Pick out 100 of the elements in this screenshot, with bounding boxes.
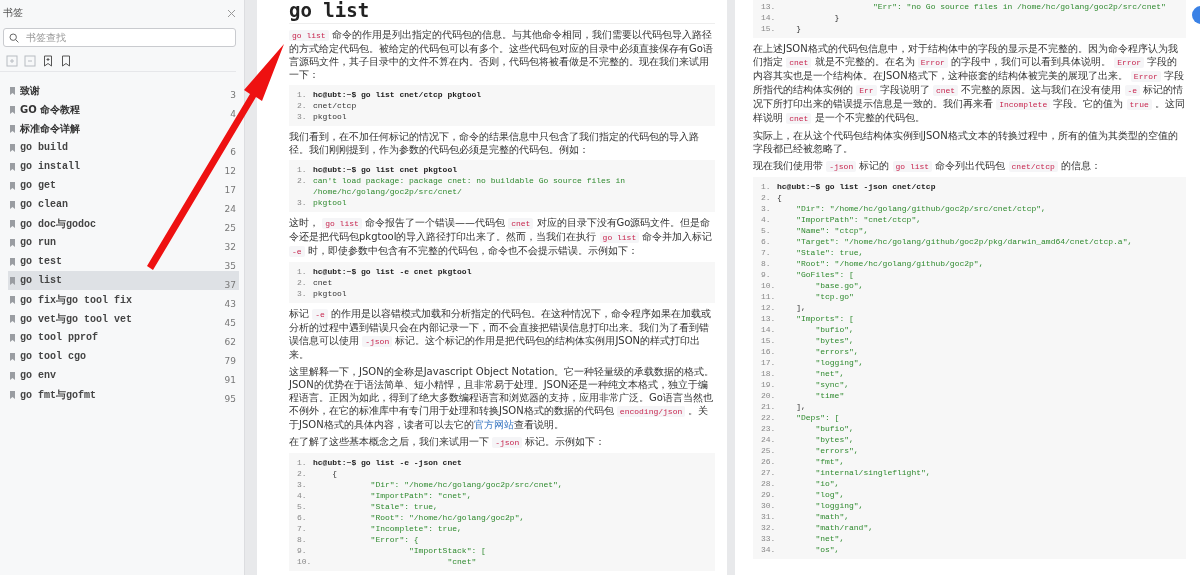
code-line: hc@ubt:~$ go list -json cnet/ctcp — [777, 181, 936, 192]
line-number: 23. — [761, 423, 777, 434]
line-number: 6. — [297, 512, 308, 523]
line-number: 15. — [761, 335, 777, 346]
line-number: 9. — [297, 545, 308, 556]
code-line: hc@ubt:~$ go list -e -json cnet — [313, 457, 462, 468]
page-number: 17 — [224, 183, 236, 195]
bookmark-icon — [10, 371, 15, 380]
bookmark-item[interactable]: go test 35 — [8, 252, 239, 271]
code-line: "Dir": "/home/hc/golang/github/goc2p/src/cnet/ctcp", — [795, 203, 1046, 214]
code-line: "bytes", — [814, 434, 854, 445]
code-line: "ImportStack": [ — [408, 545, 486, 556]
bookmark-label: GO 命令教程 — [20, 102, 81, 117]
line-number: 15. — [761, 23, 777, 34]
bookmark-label: go build — [20, 142, 68, 153]
bookmark-item[interactable]: go tool cgo 79 — [8, 347, 239, 366]
code-line: "Dir": "/home/hc/golang/goc2p/src/cnet", — [369, 479, 563, 490]
bookmark-icon — [10, 333, 15, 342]
line-number: 6. — [761, 236, 772, 247]
code-line: "Err": "no Go source files in /home/hc/golang/goc2p/src/cnet" — [872, 1, 1166, 12]
line-number: 2. — [761, 192, 772, 203]
close-icon[interactable] — [227, 8, 236, 18]
page-number: 3 — [230, 88, 236, 100]
bookmark-item[interactable]: go env 91 — [8, 366, 239, 385]
code-line: "net", — [814, 368, 845, 379]
bookmark-icon — [10, 257, 15, 266]
line-number: 8. — [761, 258, 772, 269]
line-number: 1. — [297, 164, 308, 175]
page-number: 6 — [230, 145, 236, 157]
bookmark-item[interactable]: go run 32 — [8, 233, 239, 252]
code-line: "Root": "/home/hc/golang/github/goc2p", — [795, 258, 984, 269]
line-number: 3. — [297, 479, 308, 490]
code-line: "os", — [814, 544, 840, 555]
paragraph: 在上述JSON格式的代码包信息中，对于结构体中的字段的显示是不完整的。因为命令程序认为我们指定 cnet 就是不完整的。在名为 Error 的字段中，我们可以看到具体说明。 Error 字段的内容其实也是一个结构体。在JSON格式下，这种嵌套的结构体被完美的展现了出来。 Error 字段所指代的结构体实例的 Err 字段说明了 cnet 不完整的原因。这与我们在没有使用 -e 标记的情况下所打印出来的错误提示信息是一致的。我们再来看 Incomplete 字段。它的值为 true 。这同样说明 cnet 是一个不完整的代码包。 — [753, 42, 1186, 125]
paragraph: 这里解释一下，JSON的全称是Javascript Object Notation。它一种轻量级的承载数据的格式。JSON的优势在于语法简单、短小精悍，且非常易于处理。JSON还是一种纯文本格式，独立于编程语言。正因为如此，得到了绝大多数编程语言和浏览器的支持，应用非常广泛。Go语言当然也不例外，在它的标准库中有专门用于处理和转换JSON格式的数据的代码包 encoding/json 。关于JSON格式的具体内容，读者可以去它的官方网站查看说明。 — [289, 365, 715, 431]
bookmark-item[interactable]: go build 6 — [8, 138, 239, 157]
bookmark-item[interactable]: go get 17 — [8, 176, 239, 195]
bookmark-label: go fmt与gofmt — [20, 388, 96, 402]
code-line: "bufio", — [814, 324, 854, 335]
page-number: 91 — [224, 373, 236, 385]
bookmark-label: go tool cgo — [20, 351, 86, 362]
line-number: 3. — [761, 203, 772, 214]
code-line: "logging", — [814, 357, 864, 368]
bookmark-label: 致谢 — [20, 83, 40, 98]
code-line: "bufio", — [814, 423, 854, 434]
bookmark-item[interactable]: 标准命令详解 — [8, 119, 83, 138]
code-line: } — [833, 12, 840, 23]
code-line: "errors", — [814, 445, 859, 456]
paragraph: go list 命令的作用是列出指定的代码包的信息。与其他命令相同，我们需要以代码包导入路径的方式给定代码包。被给定的代码包可以有多个。这些代码包对应的目录中必须直接保存有Go语言源码文件，其子目录中的文件不算在内。否则，代码包将被看做是不完整的。现在我们来试用一下： — [289, 28, 714, 81]
bookmark-icon[interactable] — [60, 55, 72, 67]
code-line: "errors", — [814, 346, 859, 357]
code-line: "math/rand", — [814, 522, 873, 533]
bookmark-item[interactable]: GO 命令教程 4 — [8, 100, 239, 119]
line-number: 13. — [761, 313, 777, 324]
code-line: "Deps": [ — [795, 412, 840, 423]
code-line: "Target": "/home/hc/golang/github/goc2p/pkg/darwin_amd64/cnet/ctcp.a", — [795, 236, 1133, 247]
page-number: 24 — [224, 202, 236, 214]
code-line: { — [331, 468, 337, 479]
line-number: 9. — [761, 269, 772, 280]
bookmark-item[interactable]: go install 12 — [8, 157, 239, 176]
code-line: "sync", — [814, 379, 849, 390]
line-number: 24. — [761, 434, 777, 445]
code-line: { — [777, 192, 782, 203]
bookmark-item[interactable]: go clean 24 — [8, 195, 239, 214]
line-number: 31. — [761, 511, 777, 522]
link[interactable]: 官方网站 — [473, 419, 514, 430]
line-number: 8. — [297, 534, 308, 545]
line-number: 5. — [297, 501, 308, 512]
line-number: 20. — [761, 390, 777, 401]
bookmark-label: go env — [20, 370, 56, 381]
bookmark-label: go get — [20, 180, 56, 191]
bookmark-item[interactable]: go list 37 — [8, 271, 239, 290]
line-number: 12. — [761, 302, 777, 313]
search-field[interactable]: 书签查找 — [3, 28, 236, 47]
search-icon — [9, 32, 19, 43]
paragraph: 这时， go list 命令报告了一个错误——代码包 cnet 对应的目录下没有Go源码文件。但是命令还是把代码包pkgtool的导入路径打印出来了。然而，当我们在执行 go list 命令并加入标记 -e 时，即使参数中包含有不完整的代码包，命令也不会提示错误。示例如下： — [289, 216, 714, 258]
line-number: 11. — [761, 291, 777, 302]
bookmark-item[interactable]: go fix与go tool fix 43 — [8, 290, 239, 309]
bookmark-item[interactable]: go fmt与gofmt 95 — [8, 385, 239, 404]
line-number: 14. — [761, 324, 777, 335]
bookmark-item[interactable]: go vet与go tool vet 45 — [8, 309, 239, 328]
line-number: 1. — [297, 457, 308, 468]
code-line: "base.go", — [814, 280, 864, 291]
bookmark-item[interactable]: go doc与godoc 25 — [8, 214, 239, 233]
code-line: hc@ubt:~$ go list cnet/ctcp pkgtool — [313, 89, 482, 100]
line-number: 1. — [297, 266, 308, 277]
code-line: "Imports": [ — [795, 313, 854, 324]
line-number: 2. — [297, 277, 308, 288]
bookmark-icon — [10, 295, 15, 304]
bookmark-icon — [10, 352, 15, 361]
bookmark-plus-icon[interactable] — [42, 55, 54, 67]
bookmark-item[interactable]: 致谢 3 — [8, 81, 239, 100]
line-number: 1. — [761, 181, 772, 192]
code-line: "log", — [814, 489, 845, 500]
bookmark-label: go test — [20, 256, 62, 267]
line-number: 3. — [297, 111, 308, 122]
paragraph: 实际上，在从这个代码包结构体实例到JSON格式文本的转换过程中，所有的值为其类型的空值的字段都已经被忽略了。 — [753, 129, 1179, 155]
line-number: 34. — [761, 544, 777, 555]
code-line: cnet — [313, 277, 333, 288]
bookmark-item[interactable]: go tool pprof 62 — [8, 328, 239, 347]
